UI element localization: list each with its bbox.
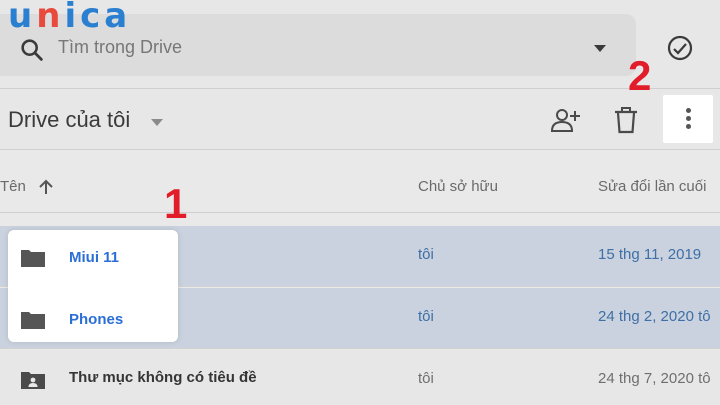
modified-cell: 24 thg 2, 2020 tô <box>598 308 711 325</box>
trash-icon[interactable] <box>613 106 639 134</box>
folder-icon <box>21 312 45 329</box>
divider <box>0 212 720 213</box>
step-marker-2: 2 <box>628 52 652 99</box>
list-item[interactable]: Miui 11 <box>8 232 178 282</box>
column-header-name[interactable]: Tên <box>0 178 26 195</box>
add-person-icon[interactable] <box>549 106 581 134</box>
page-title[interactable]: Drive của tôi <box>8 107 130 133</box>
search-input[interactable] <box>58 24 558 70</box>
file-name[interactable]: Phones <box>69 311 123 328</box>
folder-icon <box>21 250 45 267</box>
table-row[interactable]: Thư mục không có tiêu đề tôi 24 thg 7, 2… <box>0 350 720 405</box>
owner-cell: tôi <box>418 308 434 325</box>
step-marker-1: 1 <box>164 180 188 227</box>
sort-ascending-icon[interactable] <box>38 178 54 196</box>
file-name[interactable]: Thư mục không có tiêu đề <box>69 369 257 386</box>
owner-cell: tôi <box>418 370 434 387</box>
more-options-button[interactable] <box>663 95 713 143</box>
file-name[interactable]: Miui 11 <box>69 249 119 266</box>
owner-cell: tôi <box>418 246 434 263</box>
list-item[interactable]: Phones <box>8 294 178 344</box>
search-icon[interactable] <box>18 36 46 64</box>
modified-cell: 24 thg 7, 2020 tô <box>598 370 711 387</box>
column-header-modified: Sửa đổi lần cuối <box>598 178 707 195</box>
modified-cell: 15 thg 11, 2019 <box>598 246 702 263</box>
toolbar: Drive của tôi <box>0 88 720 150</box>
search-options-dropdown-icon[interactable] <box>593 44 607 54</box>
selected-items-highlight: Miui 11 Phones <box>8 230 178 342</box>
shared-folder-icon <box>21 372 45 389</box>
chevron-down-icon[interactable] <box>150 118 164 128</box>
logo: unica <box>8 0 132 36</box>
column-header-owner: Chủ sở hữu <box>418 178 498 195</box>
offline-check-icon[interactable] <box>666 34 694 62</box>
